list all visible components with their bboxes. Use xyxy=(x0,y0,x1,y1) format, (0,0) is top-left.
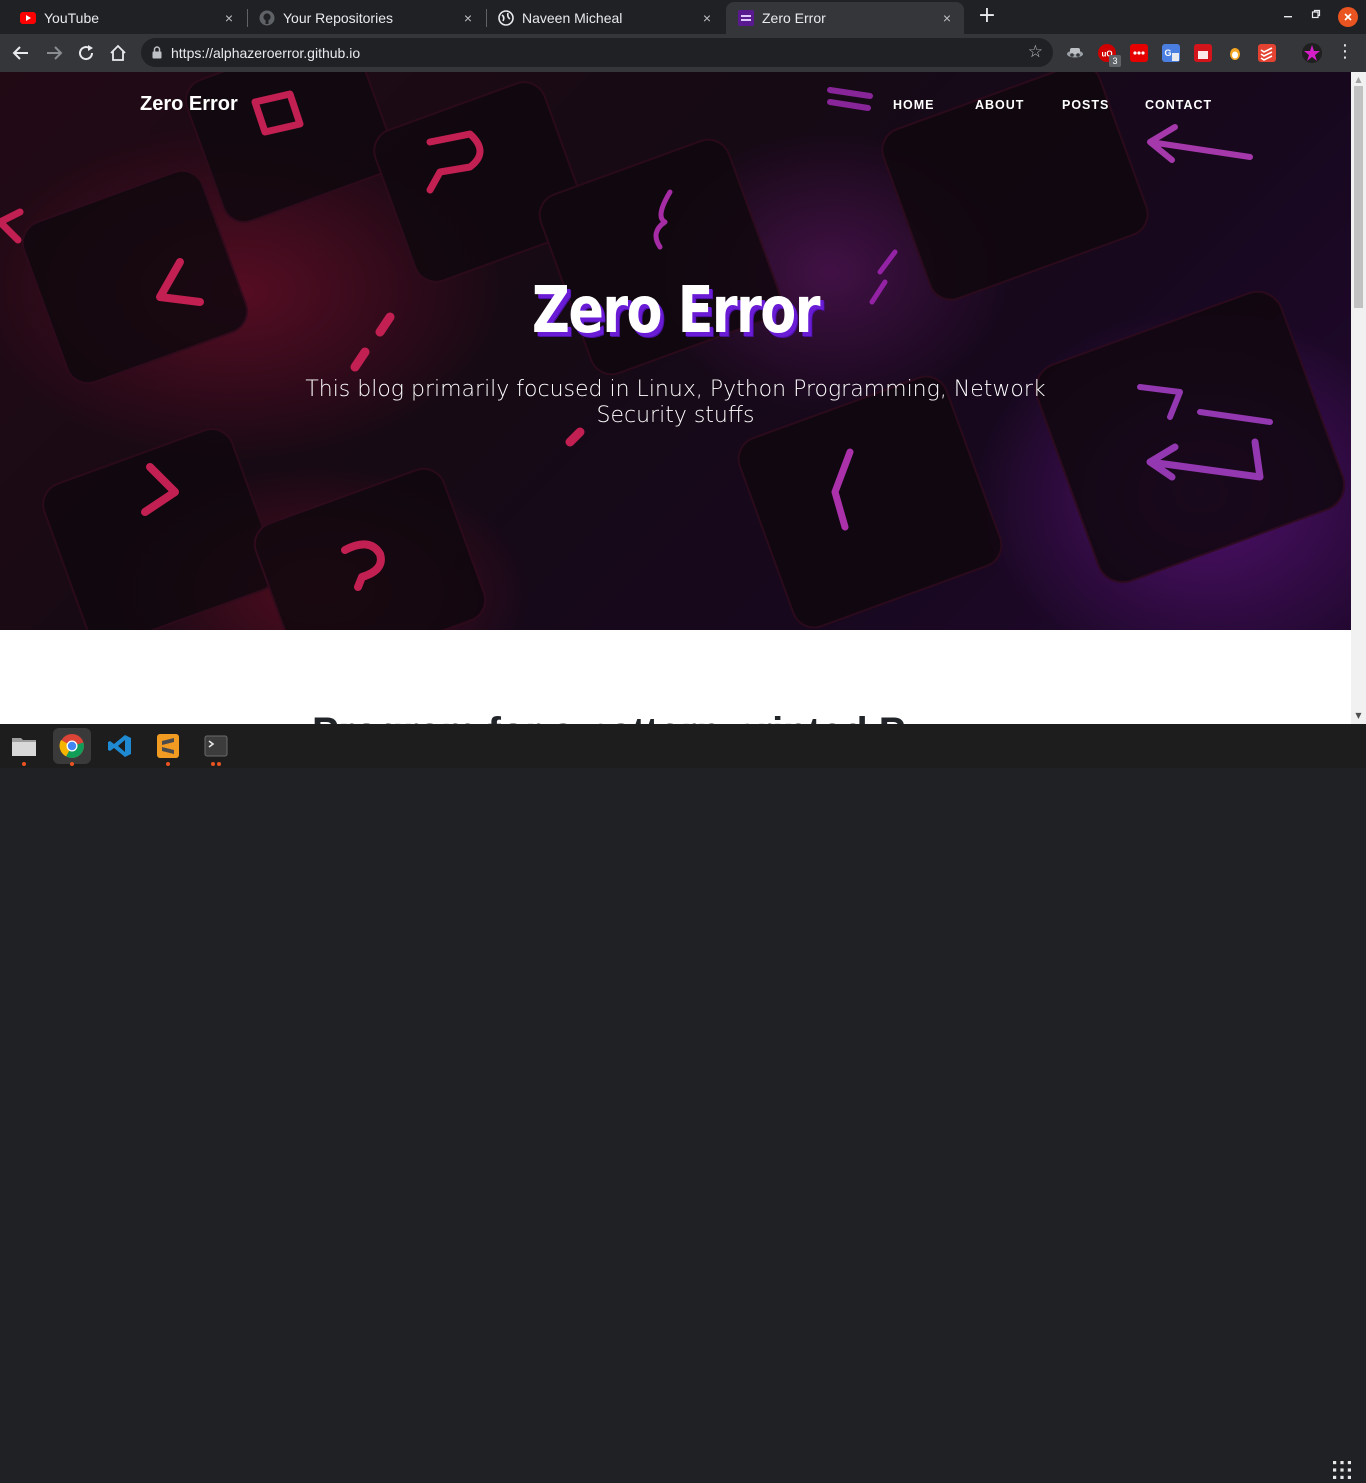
lastpass-icon[interactable] xyxy=(1130,44,1148,62)
svg-text:G: G xyxy=(1164,48,1171,58)
todoist-icon[interactable] xyxy=(1258,44,1276,62)
scrollbar-thumb[interactable] xyxy=(1354,86,1363,308)
youtube-icon xyxy=(20,10,36,26)
home-icon[interactable] xyxy=(106,41,130,65)
running-indicator xyxy=(217,762,221,766)
site-heading: Zero Error xyxy=(531,274,821,348)
browser-toolbar: ☆ uO 3 G ⋮ xyxy=(0,34,1366,72)
tab-your-repositories[interactable]: Your Repositories × xyxy=(247,2,485,34)
google-translate-icon[interactable]: G xyxy=(1162,44,1180,62)
desktop-dock xyxy=(0,724,1366,1479)
tab-zero-error[interactable]: Zero Error × xyxy=(726,2,964,34)
tab-title: Your Repositories xyxy=(283,10,393,26)
tab-title: YouTube xyxy=(44,10,100,26)
scroll-down-arrow-icon[interactable]: ▼ xyxy=(1351,710,1366,722)
nav-posts-link[interactable]: POSTS xyxy=(1062,98,1109,112)
running-indicator xyxy=(166,762,170,766)
forward-icon[interactable] xyxy=(42,41,66,65)
site-brand-link[interactable]: Zero Error xyxy=(140,93,238,116)
pdf-extension-icon[interactable] xyxy=(1194,44,1212,62)
running-indicator xyxy=(70,762,74,766)
vscode-icon[interactable] xyxy=(101,728,139,764)
bookmark-star-icon[interactable]: ☆ xyxy=(1028,43,1043,61)
tab-strip: YouTube × Your Repositories × Naveen Mic… xyxy=(0,0,1366,34)
running-indicator xyxy=(211,762,215,766)
honey-extension-icon[interactable] xyxy=(1226,44,1244,62)
nav-contact-link[interactable]: CONTACT xyxy=(1145,98,1212,112)
close-tab-icon[interactable]: × xyxy=(938,9,956,27)
close-tab-icon[interactable]: × xyxy=(698,9,716,27)
globe-icon xyxy=(498,10,514,26)
restore-window-icon[interactable] xyxy=(1306,8,1326,26)
post-preview-title[interactable]: Program for a pattern printed P xyxy=(312,710,905,724)
url-input[interactable] xyxy=(171,44,971,61)
tab-youtube[interactable]: YouTube × xyxy=(8,2,246,34)
tab-title: Naveen Micheal xyxy=(522,10,623,26)
files-icon[interactable] xyxy=(5,728,43,764)
reload-icon[interactable] xyxy=(74,41,98,65)
show-applications-icon[interactable] xyxy=(1333,1461,1351,1479)
nav-about-link[interactable]: ABOUT xyxy=(975,98,1024,112)
page-scrollbar[interactable]: ▲ ▼ xyxy=(1351,72,1366,724)
hero-header: Zero Error HOME ABOUT POSTS CONTACT Zero… xyxy=(0,72,1351,630)
site-favicon xyxy=(738,10,754,26)
nav-home-link[interactable]: HOME xyxy=(893,98,935,112)
lock-icon xyxy=(152,46,162,59)
sublime-text-icon[interactable] xyxy=(149,728,187,764)
tab-naveen-micheal[interactable]: Naveen Micheal × xyxy=(486,2,724,34)
scroll-up-arrow-icon[interactable]: ▲ xyxy=(1351,74,1366,86)
github-icon xyxy=(259,10,275,26)
site-subheading: This blog primarily focused in Linux, Py… xyxy=(305,377,1046,428)
address-bar[interactable]: ☆ xyxy=(141,38,1053,67)
chrome-icon[interactable] xyxy=(53,728,91,764)
close-tab-icon[interactable]: × xyxy=(459,9,477,27)
hero-overlay xyxy=(0,72,1351,630)
running-indicator xyxy=(22,762,26,766)
tab-title: Zero Error xyxy=(762,10,826,26)
browser-menu-icon[interactable]: ⋮ xyxy=(1336,42,1354,62)
close-window-button[interactable] xyxy=(1338,7,1358,27)
extension-badge: 3 xyxy=(1109,55,1121,67)
spy-extension-icon[interactable] xyxy=(1066,44,1084,62)
close-tab-icon[interactable]: × xyxy=(220,9,238,27)
new-tab-button[interactable]: + xyxy=(976,5,998,28)
back-icon[interactable] xyxy=(9,41,33,65)
profile-avatar[interactable] xyxy=(1302,43,1322,63)
minimize-window-icon[interactable] xyxy=(1278,8,1298,26)
page-viewport: Zero Error HOME ABOUT POSTS CONTACT Zero… xyxy=(0,72,1366,724)
terminal-icon[interactable] xyxy=(197,728,235,764)
